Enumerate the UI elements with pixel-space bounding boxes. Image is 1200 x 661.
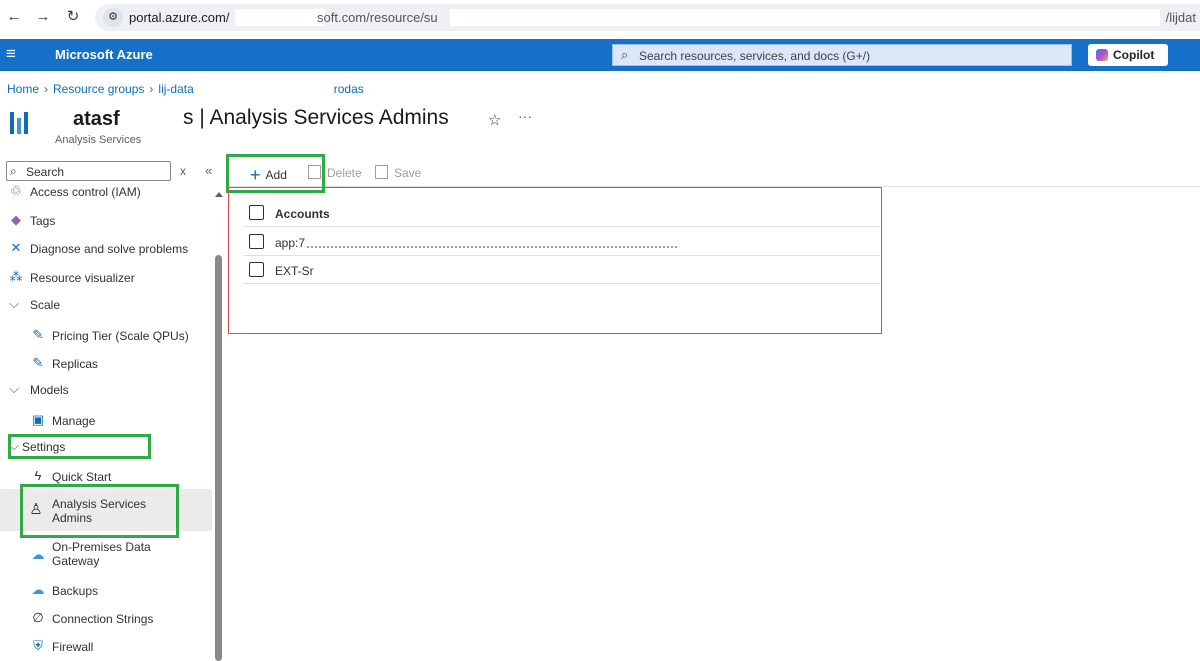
database-icon: ▣	[31, 412, 45, 427]
hierarchy-icon: ⁂	[9, 269, 23, 284]
redaction-mask	[235, 9, 325, 26]
sidebar-item-resource-visualizer[interactable]: ⁂ Resource visualizer	[0, 267, 212, 287]
global-search-input[interactable]: ⌕ Search resources, services, and docs (…	[612, 44, 1072, 66]
sidebar-item-tags[interactable]: ◆ Tags	[0, 210, 212, 230]
arrow-right-icon[interactable]: →	[33, 7, 53, 27]
star-icon[interactable]: ☆	[488, 111, 501, 129]
cloud-icon: ☁	[31, 582, 45, 597]
url-text-middle: soft.com/resource/su	[317, 10, 438, 25]
wrench-icon: ✕	[10, 240, 22, 255]
scroll-up-arrow-icon[interactable]	[215, 192, 223, 197]
shield-icon: ⛨	[33, 638, 43, 653]
sidebar-item-connection-strings[interactable]: ∅ Connection Strings	[0, 608, 212, 628]
save-icon	[375, 165, 388, 179]
browser-toolbar: ← → ↻ ⚙ portal.azure.com/ soft.com/resou…	[0, 0, 1200, 36]
analysis-services-icon	[9, 112, 31, 134]
breadcrumb: Home › Resource groups › lij-data rodas	[7, 82, 364, 96]
highlight-settings	[8, 434, 151, 459]
redaction-mask	[450, 9, 1160, 26]
breadcrumb-resource-group[interactable]: lij-data	[158, 82, 193, 96]
sidebar-item-on-premises-gateway[interactable]: ☁ On-Premises Data Gateway	[0, 538, 212, 570]
cloud-gateway-icon: ☁	[31, 547, 45, 562]
address-bar[interactable]: ⚙ portal.azure.com/ soft.com/resource/su…	[95, 4, 1200, 31]
people-icon: ♲	[10, 183, 22, 198]
chevron-down-icon: ⌵	[9, 296, 19, 311]
edit-icon: ✎	[32, 327, 44, 342]
site-info-icon[interactable]: ⚙	[103, 8, 123, 27]
url-tail: /lijdat	[1165, 10, 1196, 25]
chevron-down-icon: ⌵	[9, 381, 19, 396]
sidebar-item-diagnose[interactable]: ✕ Diagnose and solve problems	[0, 238, 212, 258]
azure-top-bar: ≡ Microsoft Azure ⌕ Search resources, se…	[0, 39, 1200, 71]
sidebar-item-replicas[interactable]: ✎ Replicas	[0, 353, 212, 373]
lightning-icon: ϟ	[34, 468, 42, 483]
sidebar-item-pricing-tier[interactable]: ✎ Pricing Tier (Scale QPUs)	[0, 325, 212, 345]
url-text: portal.azure.com/	[129, 10, 230, 25]
clear-search-button[interactable]: x	[180, 164, 186, 178]
collapse-sidebar-button[interactable]: «	[205, 163, 212, 178]
breadcrumb-resource-groups[interactable]: Resource groups	[53, 82, 144, 96]
breadcrumb-home[interactable]: Home	[7, 82, 39, 96]
sidebar-group-scale[interactable]: ⌵ Scale	[0, 294, 212, 314]
sidebar-item-firewall[interactable]: ⛨ Firewall	[0, 636, 212, 656]
page-title: s | Analysis Services Admins	[183, 106, 449, 129]
search-icon: ⌕	[10, 164, 17, 178]
arrow-left-icon[interactable]: ←	[4, 7, 24, 27]
page-title-left: atasf	[73, 108, 120, 130]
sidebar-scrollbar[interactable]	[212, 190, 224, 661]
resource-type-label: Analysis Services	[55, 134, 142, 146]
sidebar-item-backups[interactable]: ☁ Backups	[0, 580, 212, 600]
search-icon: ⌕	[621, 47, 629, 62]
sidebar-item-quick-start[interactable]: ϟ Quick Start	[0, 466, 212, 486]
highlight-accounts-table	[228, 187, 882, 334]
brand-title[interactable]: Microsoft Azure	[55, 47, 153, 62]
copilot-icon	[1096, 49, 1108, 61]
tag-icon: ◆	[11, 212, 21, 227]
sidebar-item-access-control[interactable]: ♲ Access control (IAM)	[0, 183, 212, 201]
sidebar-item-manage[interactable]: ▣ Manage	[0, 410, 212, 430]
sidebar-group-models[interactable]: ⌵ Models	[0, 379, 212, 399]
more-icon[interactable]: ···	[518, 108, 532, 124]
copilot-button[interactable]: Copilot	[1088, 44, 1168, 66]
menu-icon[interactable]: ≡	[6, 45, 24, 63]
plug-icon: ∅	[32, 610, 44, 625]
sidebar-search-input[interactable]: ⌕ Search	[6, 161, 171, 181]
save-button[interactable]: Save	[375, 163, 421, 180]
breadcrumb-resource[interactable]: rodas	[334, 82, 364, 96]
reload-icon[interactable]: ↻	[63, 7, 83, 27]
scrollbar-thumb[interactable]	[215, 255, 222, 661]
edit-icon: ✎	[32, 355, 44, 370]
sidebar: ♲ Access control (IAM) ◆ Tags ✕ Diagnose…	[0, 183, 212, 661]
highlight-analysis-services-admins	[20, 484, 179, 538]
